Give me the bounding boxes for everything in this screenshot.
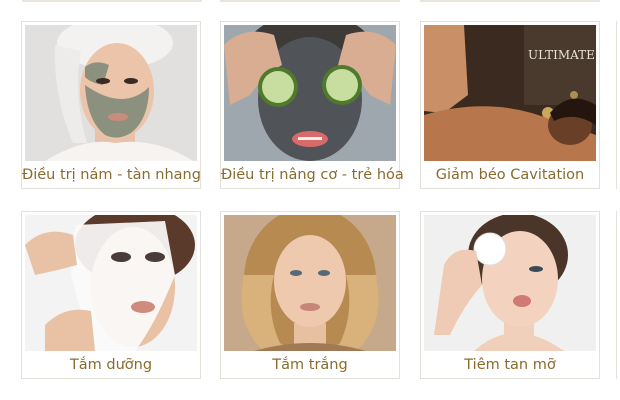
service-card-lifting[interactable]: Điều trị nâng cơ - trẻ hóa xyxy=(220,21,404,189)
service-card-fat-dissolving[interactable]: Tiêm tan mỡ xyxy=(420,211,600,379)
service-image-sheet-mask[interactable] xyxy=(25,215,197,351)
service-image-blonde-portrait[interactable] xyxy=(224,215,396,351)
top-divider xyxy=(220,0,400,2)
service-card-whitening[interactable]: Tắm trắng xyxy=(220,211,400,379)
services-grid-page: Điều trị nám - tàn nhang Điều trị nâng c… xyxy=(0,0,620,400)
service-label[interactable]: Tắm trắng xyxy=(221,352,399,378)
service-card-melasma[interactable]: Điều trị nám - tàn nhang xyxy=(21,21,201,189)
overlay-text: ULTIMATE xyxy=(528,48,595,62)
next-card-edge xyxy=(616,211,620,379)
service-label[interactable]: Tắm dưỡng xyxy=(22,352,200,378)
service-label[interactable]: Điều trị nám - tàn nhang xyxy=(22,162,201,188)
service-card-body-treatment[interactable]: Tắm dưỡng xyxy=(21,211,201,379)
top-divider xyxy=(22,0,202,2)
service-label[interactable]: Giảm béo Cavitation xyxy=(421,162,599,188)
service-image-cucumber-mask[interactable] xyxy=(224,25,396,161)
service-image-cotton-pad[interactable] xyxy=(424,215,596,351)
service-card-cavitation[interactable]: ULTIMATE Giảm béo Cavitation xyxy=(420,21,600,189)
service-image-clay-mask[interactable] xyxy=(25,25,197,161)
service-label[interactable]: Điều trị nâng cơ - trẻ hóa xyxy=(221,162,404,188)
service-label[interactable]: Tiêm tan mỡ xyxy=(421,352,599,378)
next-card-edge xyxy=(616,21,620,189)
service-image-spa-massage[interactable]: ULTIMATE xyxy=(424,25,596,161)
top-divider xyxy=(420,0,600,2)
